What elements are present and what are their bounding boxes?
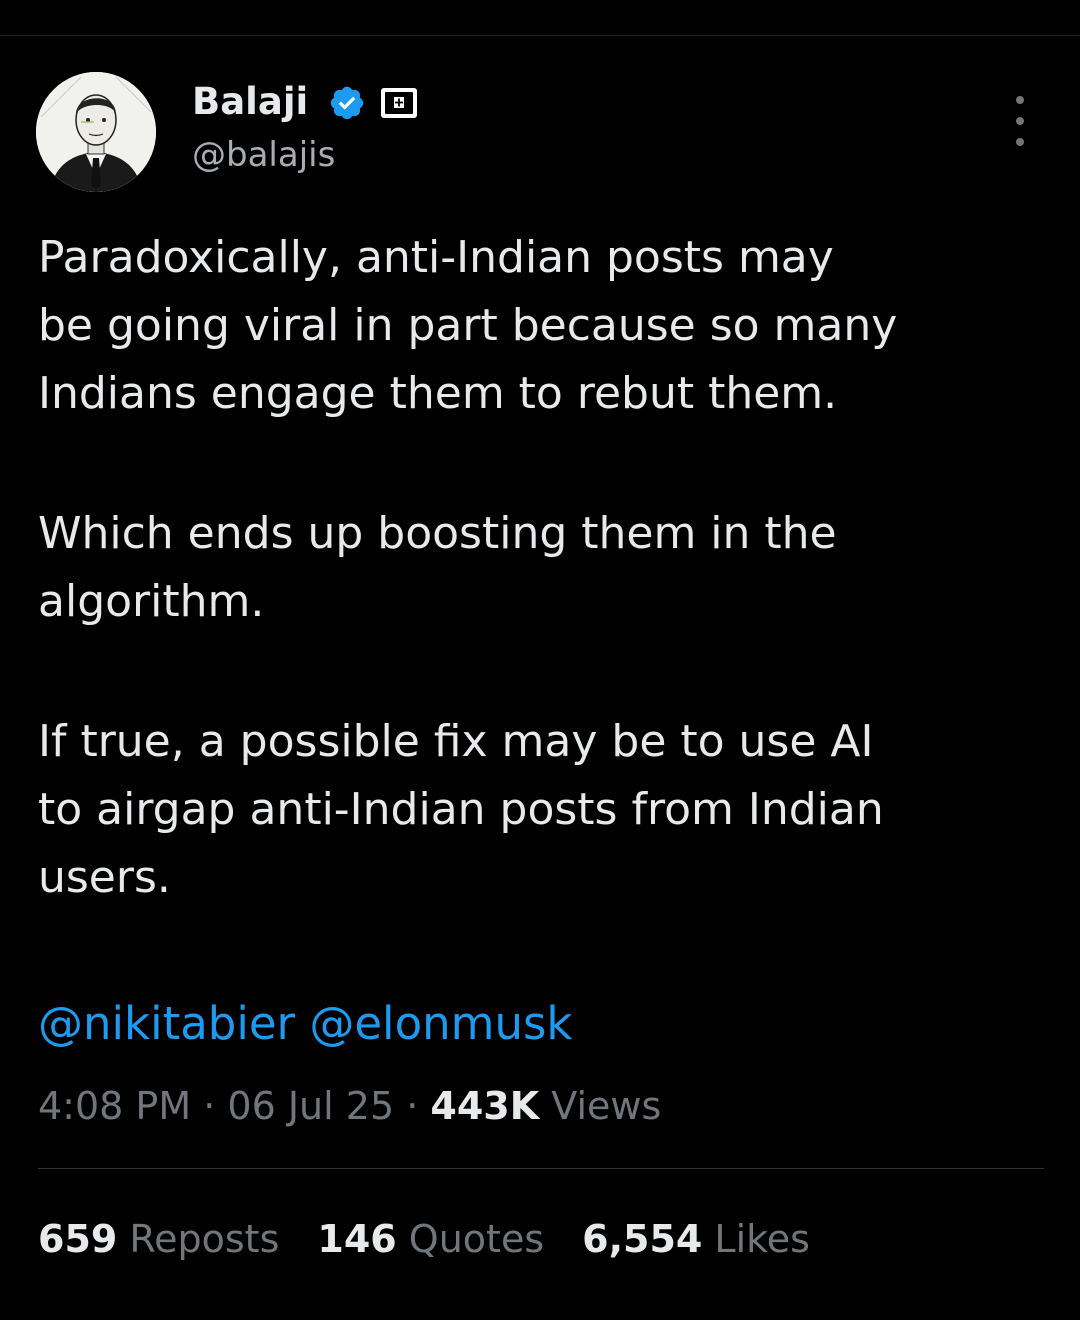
tweet-paragraph: If true, a possible fix may be to use AI… [38, 716, 884, 903]
verified-badge-icon [330, 86, 364, 120]
separator: · [203, 1084, 216, 1128]
likes-label: Likes [714, 1217, 810, 1261]
stats-divider [38, 1168, 1044, 1169]
tweet-paragraph: Paradoxically, anti-Indian posts may be … [38, 232, 898, 419]
separator: · [406, 1084, 419, 1128]
likes-stat[interactable]: 6,554 Likes [582, 1212, 810, 1266]
top-divider [0, 35, 1080, 36]
quotes-count: 146 [317, 1217, 397, 1261]
mention-link-elonmusk[interactable]: @elonmusk [309, 997, 572, 1050]
views-label: Views [551, 1084, 662, 1128]
author-display-name[interactable]: Balaji [192, 80, 308, 124]
tweet-paragraph: Which ends up boosting them in the algor… [38, 508, 837, 627]
views-count: 443K [430, 1084, 540, 1128]
tweet-time[interactable]: 4:08 PM [38, 1084, 191, 1128]
tweet-mentions: @nikitabier @elonmusk [38, 990, 572, 1058]
author-handle[interactable]: @balajis [192, 134, 335, 176]
mention-link-nikitabier[interactable]: @nikitabier [38, 997, 295, 1050]
reposts-label: Reposts [129, 1217, 280, 1261]
tweet-date[interactable]: 06 Jul 25 [227, 1084, 394, 1128]
more-dot-icon [1016, 96, 1024, 104]
quotes-label: Quotes [408, 1217, 545, 1261]
tweet-text: Paradoxically, anti-Indian posts may be … [38, 224, 1038, 912]
reposts-stat[interactable]: 659 Reposts [38, 1212, 279, 1266]
likes-count: 6,554 [582, 1217, 703, 1261]
engagement-stats: 659 Reposts 146 Quotes 6,554 Likes [38, 1212, 848, 1266]
quotes-stat[interactable]: 146 Quotes [317, 1212, 544, 1266]
tweet-metadata: 4:08 PM · 06 Jul 25 · 443K Views [38, 1080, 661, 1132]
reposts-count: 659 [38, 1217, 118, 1261]
avatar[interactable] [36, 72, 156, 192]
affiliate-badge-icon [381, 88, 417, 118]
avatar-sketch-image [36, 72, 156, 192]
more-options-button[interactable] [1004, 96, 1036, 146]
more-dot-icon [1016, 138, 1024, 146]
more-dot-icon [1016, 117, 1024, 125]
